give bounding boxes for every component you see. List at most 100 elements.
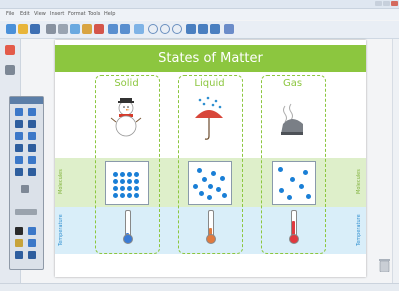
menu-edit[interactable]: Edit: [20, 10, 30, 18]
molecule: [134, 179, 139, 184]
gallery-icon[interactable]: [5, 65, 15, 75]
menu-tools[interactable]: Tools: [88, 10, 100, 18]
zoom-tool-icon[interactable]: [15, 156, 23, 164]
close-button[interactable]: [391, 1, 398, 6]
molecule: [113, 172, 118, 177]
circle-icon[interactable]: [172, 24, 182, 34]
molecule: [202, 177, 207, 182]
color-swatch-icon[interactable]: [15, 251, 23, 259]
color-swatch-icon[interactable]: [15, 209, 37, 215]
minimize-button[interactable]: [375, 1, 382, 6]
molecule: [222, 193, 227, 198]
menu-insert[interactable]: Insert: [50, 10, 64, 18]
molecule: [199, 191, 204, 196]
snowman-icon: [110, 98, 142, 137]
menu-file[interactable]: File: [6, 10, 14, 18]
molecule: [113, 193, 118, 198]
color-swatch-icon[interactable]: [28, 251, 36, 259]
molecule: [279, 188, 284, 193]
gas-molecules-box: [272, 161, 316, 205]
select-tool-icon[interactable]: [15, 108, 23, 116]
page-sorter-icon[interactable]: [5, 45, 15, 55]
text-tool-icon[interactable]: [15, 144, 23, 152]
molecule: [120, 186, 125, 191]
eraser-tool-icon[interactable]: [28, 120, 36, 128]
spotlight-tool-icon[interactable]: [15, 168, 23, 176]
cursor-tool-icon[interactable]: [21, 185, 29, 193]
trash-icon[interactable]: [379, 258, 390, 272]
save-icon[interactable]: [30, 24, 40, 34]
print-icon[interactable]: [46, 24, 56, 34]
molecule: [211, 171, 216, 176]
cut-icon[interactable]: [58, 24, 68, 34]
copy-icon[interactable]: [70, 24, 80, 34]
molecule: [220, 176, 225, 181]
pen-icon[interactable]: [198, 24, 208, 34]
solid-molecules-box: [105, 161, 149, 205]
palette-handle[interactable]: [10, 97, 43, 104]
paste-icon[interactable]: [82, 24, 92, 34]
molecule: [127, 186, 132, 191]
band-label-temperature-right: Temperature: [356, 214, 362, 246]
molecule: [216, 187, 221, 192]
column-label-gas: Gas: [282, 78, 303, 89]
line-tool-icon[interactable]: [28, 132, 36, 140]
liquid-molecules-box: [188, 161, 232, 205]
slide-canvas[interactable]: States of Matter Molecules Molecules Tem…: [55, 40, 366, 277]
title-bar: [0, 0, 399, 9]
highlighter-tool-icon[interactable]: [15, 120, 23, 128]
steam-iron-icon: [281, 103, 303, 135]
reveal-tool-icon[interactable]: [28, 168, 36, 176]
pen-icon[interactable]: [186, 24, 196, 34]
molecule: [299, 184, 304, 189]
slide-title: States of Matter: [55, 45, 366, 72]
color-swatch-icon[interactable]: [15, 239, 23, 247]
undo-icon[interactable]: [108, 24, 118, 34]
thermometer-icon: [206, 210, 216, 244]
menu-view[interactable]: View: [34, 10, 46, 18]
column-label-liquid: Liquid: [194, 78, 225, 89]
pen-icon[interactable]: [210, 24, 220, 34]
color-swatch-icon[interactable]: [28, 239, 36, 247]
molecule: [287, 195, 292, 200]
color-swatch-icon[interactable]: [15, 227, 23, 235]
maximize-button[interactable]: [383, 1, 390, 6]
molecule: [208, 184, 213, 189]
open-folder-icon[interactable]: [18, 24, 28, 34]
fill-tool-icon[interactable]: [28, 144, 36, 152]
circle-icon[interactable]: [148, 24, 158, 34]
molecule: [127, 193, 132, 198]
screen-icon[interactable]: [134, 24, 144, 34]
band-label-temperature-left: Temperature: [58, 214, 64, 246]
band-label-molecules-left: Molecules: [58, 169, 64, 195]
molecule: [120, 179, 125, 184]
camera-tool-icon[interactable]: [28, 156, 36, 164]
tool-palette: [9, 96, 44, 270]
molecule: [290, 177, 295, 182]
menu-format[interactable]: Format: [68, 10, 86, 18]
menu-bar: File Edit View Insert Format Tools Help: [0, 9, 399, 20]
molecule: [193, 184, 198, 189]
molecule: [303, 170, 308, 175]
molecule: [113, 179, 118, 184]
redo-icon[interactable]: [120, 24, 130, 34]
thermometer-icon: [123, 210, 133, 244]
right-scrollbar[interactable]: [392, 39, 399, 283]
color-swatch-icon[interactable]: [28, 227, 36, 235]
molecule: [207, 195, 212, 200]
molecule: [197, 168, 202, 173]
menu-help[interactable]: Help: [104, 10, 115, 18]
molecule: [113, 186, 118, 191]
molecule: [278, 167, 283, 172]
pen-tool-icon[interactable]: [28, 108, 36, 116]
new-file-icon[interactable]: [6, 24, 16, 34]
display-icon[interactable]: [224, 24, 234, 34]
column-label-solid: Solid: [114, 78, 139, 89]
molecule: [134, 172, 139, 177]
shape-tool-icon[interactable]: [15, 132, 23, 140]
circle-icon[interactable]: [160, 24, 170, 34]
delete-icon[interactable]: [94, 24, 104, 34]
molecule: [134, 186, 139, 191]
toolbar: [0, 21, 399, 39]
molecule: [120, 193, 125, 198]
